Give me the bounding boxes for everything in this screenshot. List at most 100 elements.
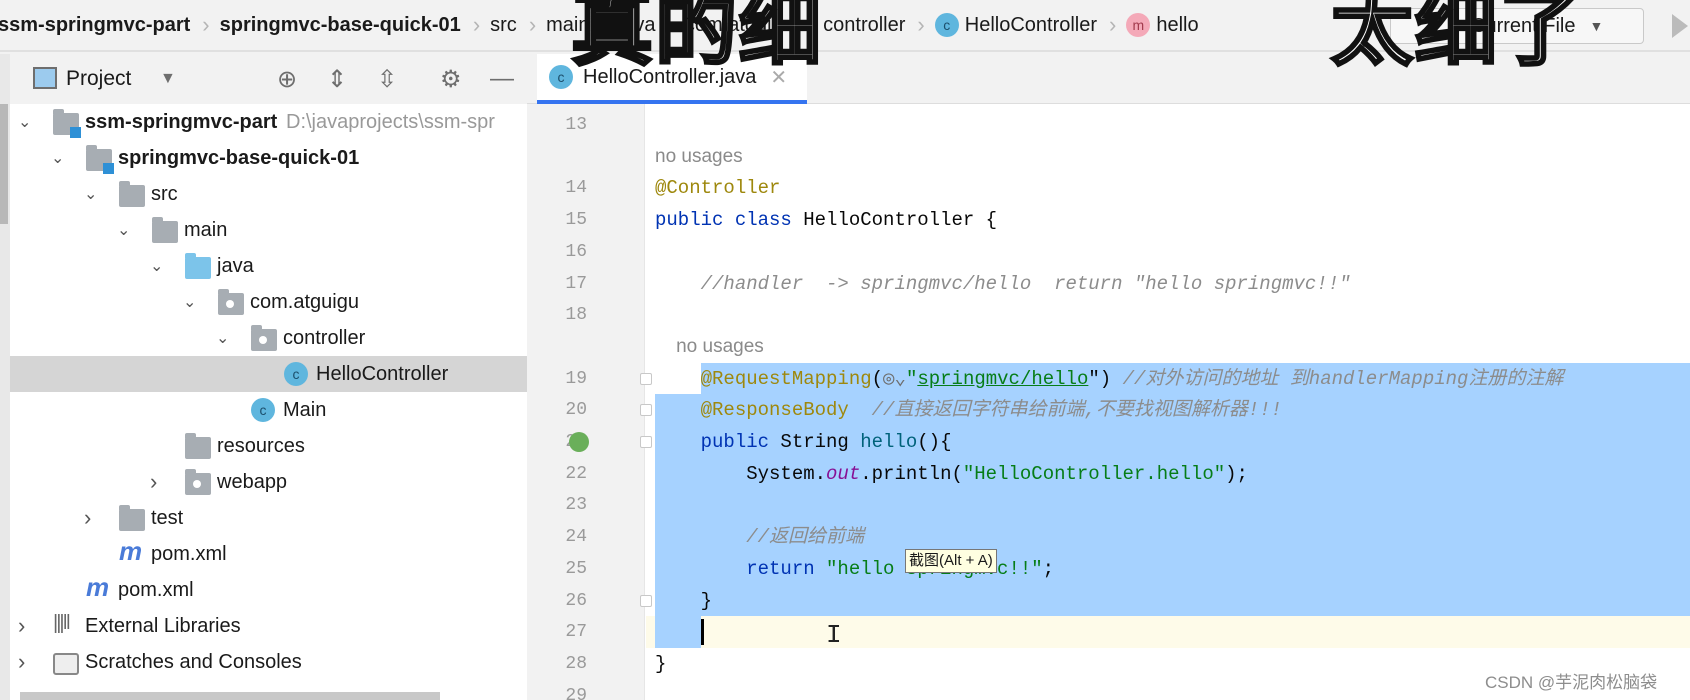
line-number: 15 [565, 210, 587, 231]
code-token: } [655, 589, 713, 612]
package-icon [251, 325, 277, 351]
breadcrumb-label: hello [1156, 13, 1199, 36]
code-line: //handler -> springmvc/hello return "hel… [655, 268, 1351, 300]
line-number: 14 [565, 178, 587, 199]
code-line: System.out.println("HelloController.hell… [655, 458, 1248, 490]
tree-item[interactable]: c HelloController [10, 356, 527, 392]
breadcrumb-item[interactable]: m hello [1126, 13, 1199, 37]
tree-item-label: controller [283, 326, 366, 349]
screenshot-tooltip: 截图(Alt + A) [905, 549, 997, 573]
chevron-right-icon[interactable]: › [18, 649, 32, 675]
run-icon[interactable] [1672, 14, 1688, 38]
maven-icon: m [119, 536, 143, 566]
spring-bean-gutter-icon[interactable] [569, 432, 589, 452]
tree-item[interactable]: › webapp [10, 464, 527, 500]
web-folder-icon [185, 469, 211, 495]
chevron-down-icon[interactable]: ⌄ [117, 220, 131, 240]
tree-item[interactable]: ⌄ controller [10, 320, 527, 356]
chevron-right-icon[interactable]: › [18, 613, 32, 639]
fold-marker-icon[interactable] [640, 404, 652, 417]
fold-marker-icon[interactable] [640, 372, 652, 385]
scratches-icon [53, 653, 79, 675]
line-number: 16 [565, 241, 587, 262]
code-line: @RequestMapping(◎⌄"springmvc/hello") //对… [655, 363, 1564, 395]
tree-item-label: Scratches and Consoles [85, 650, 302, 673]
tree-item[interactable]: ⌄ springmvc-base-quick-01 [10, 140, 527, 176]
chevron-down-icon[interactable]: ⌄ [150, 256, 164, 276]
breadcrumb-item[interactable]: c HelloController [934, 13, 1097, 37]
code-token: ◎⌄ [883, 367, 906, 390]
main-class-icon: c [251, 398, 275, 422]
chevron-down-icon[interactable]: ⌄ [51, 148, 65, 168]
code-token: public [655, 431, 781, 453]
code-token: .println( [860, 462, 963, 485]
project-view-icon [33, 67, 57, 89]
line-number: 19 [565, 368, 587, 389]
project-panel-title[interactable]: Project [66, 67, 131, 91]
breadcrumb-item[interactable]: springmvc-base-quick-01 [220, 14, 461, 37]
current-line-highlight [646, 616, 1690, 648]
gear-icon[interactable]: ⚙ [440, 65, 462, 94]
locate-icon[interactable]: ⊕ [277, 65, 297, 94]
code-token: ); [1225, 462, 1248, 485]
usages-inlay-hint[interactable]: no usages [655, 141, 743, 173]
code-token: ; [1042, 557, 1055, 580]
code-token: HelloController { [803, 209, 998, 232]
chevron-down-icon[interactable]: ⌄ [84, 184, 98, 204]
tree-item[interactable]: c Main [10, 392, 527, 428]
breadcrumb-item[interactable]: ssm-springmvc-part [0, 14, 190, 37]
chevron-down-icon[interactable]: ⌄ [216, 328, 230, 348]
tree-item[interactable]: ⌄ ssm-springmvc-part D:\javaprojects\ssm-s… [10, 104, 527, 140]
breadcrumb-item[interactable]: controller [823, 14, 905, 37]
usages-inlay-hint[interactable]: no usages [655, 331, 764, 363]
module-icon [53, 109, 81, 138]
code-editor[interactable]: 13 no usages 14 @Controller 15 public class H… [527, 104, 1690, 700]
chevron-down-icon[interactable]: ⌄ [183, 292, 197, 312]
text-selection [655, 616, 701, 648]
code-line: @Controller [655, 172, 780, 204]
scrollbar[interactable] [0, 104, 8, 224]
mouse-ibeam-cursor-icon: I [826, 620, 842, 650]
code-token: out [826, 462, 861, 485]
class-icon: c [284, 362, 308, 386]
collapse-all-icon[interactable]: ⇳ [377, 65, 397, 94]
breadcrumb-item[interactable]: src [490, 14, 517, 37]
code-token: System. [655, 462, 827, 485]
code-token: @RequestMapping [655, 367, 872, 390]
folder-icon [119, 505, 145, 531]
tree-item-label: java [217, 254, 254, 277]
fold-marker-icon[interactable] [640, 594, 652, 607]
breadcrumb-separator-icon: › [1109, 12, 1117, 37]
fold-marker-icon[interactable] [640, 436, 652, 448]
tree-item-label: springmvc-base-quick-01 [118, 146, 360, 169]
minimize-icon[interactable]: — [490, 65, 514, 93]
tree-item[interactable]: ⌄ src [10, 176, 527, 212]
code-token: (){ [917, 431, 952, 453]
chevron-right-icon[interactable]: › [84, 505, 98, 531]
tree-item[interactable]: › Scratches and Consoles [10, 644, 527, 680]
tree-item-label: External Libraries [85, 614, 241, 637]
chevron-right-icon[interactable]: › [150, 469, 164, 495]
video-caption-right: 太细了 [1329, 0, 1584, 79]
code-token: String [780, 431, 861, 453]
code-token: //handler -> springmvc/hello return "hel… [655, 272, 1351, 295]
tree-item[interactable]: ⌄ com.atguigu [10, 284, 527, 320]
tree-item[interactable]: resources [10, 428, 527, 464]
code-line: } [655, 585, 712, 617]
method-icon: m [1126, 13, 1151, 37]
chevron-down-icon[interactable]: ⌄ [18, 112, 32, 132]
breadcrumb-separator-icon: › [917, 12, 925, 37]
tree-item[interactable]: ⌄ java [10, 248, 527, 284]
line-number: 13 [565, 115, 587, 135]
horizontal-scrollbar[interactable] [20, 692, 440, 700]
chevron-down-icon[interactable]: ▼ [160, 70, 176, 88]
code-token: "HelloController.hello" [962, 462, 1226, 485]
tree-item[interactable]: m pom.xml [10, 572, 527, 608]
libraries-icon: |||‖ [53, 612, 71, 634]
tree-item[interactable]: › |||‖ External Libraries [10, 608, 527, 644]
tree-item[interactable]: m pom.xml [10, 536, 527, 572]
class-icon: c [549, 65, 573, 89]
expand-all-icon[interactable]: ⇕ [327, 65, 347, 94]
tree-item[interactable]: ⌄ main [10, 212, 527, 248]
tree-item[interactable]: › test [10, 500, 527, 536]
